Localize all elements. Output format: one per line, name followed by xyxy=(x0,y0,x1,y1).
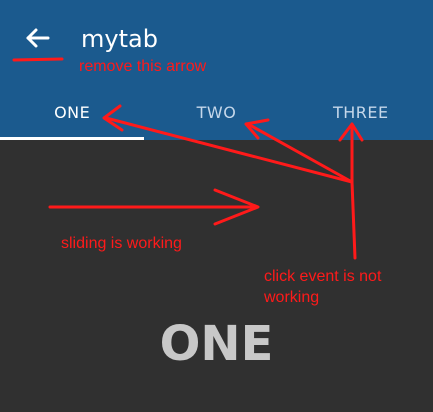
annotation-click-line1: click event is not xyxy=(264,268,382,285)
tab-bar: ONE TWO THREE xyxy=(0,84,433,140)
arrow-left-icon xyxy=(26,28,50,48)
annotation-sliding: sliding is working xyxy=(61,235,182,252)
annotation-remove-arrow: remove this arrow xyxy=(79,58,207,75)
app-bar: mytab ONE TWO THREE xyxy=(0,0,433,140)
back-button[interactable] xyxy=(16,20,56,60)
app-title: mytab xyxy=(81,25,158,53)
tab-one[interactable]: ONE xyxy=(0,84,144,140)
page-label: ONE xyxy=(159,316,274,372)
annotation-click-line2: working xyxy=(264,289,320,306)
tab-three[interactable]: THREE xyxy=(289,84,433,140)
tab-two[interactable]: TWO xyxy=(144,84,288,140)
